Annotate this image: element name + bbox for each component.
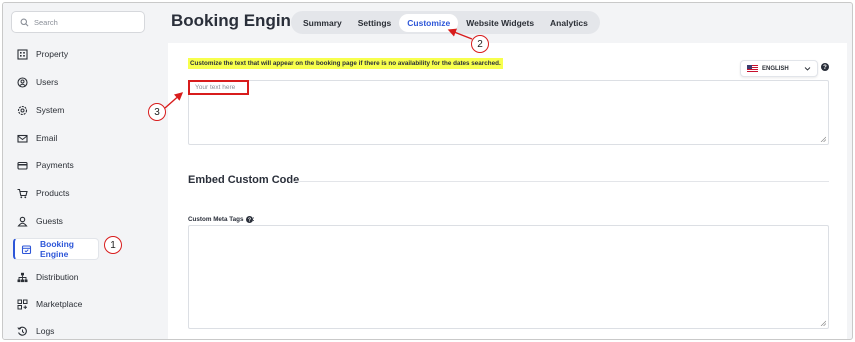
- sidebar-item-label: Booking Engine: [40, 239, 74, 259]
- sidebar-item-label: Marketplace: [36, 299, 83, 309]
- meta-tags-label: Custom Meta Tags ? :: [188, 216, 255, 223]
- history-icon: [17, 326, 28, 337]
- sidebar-item-label: System: [36, 105, 65, 115]
- tab-summary[interactable]: Summary: [295, 14, 350, 32]
- sidebar-item-marketplace[interactable]: Marketplace: [11, 293, 145, 315]
- no-availability-text-field[interactable]: [188, 80, 829, 145]
- sidebar-item-email[interactable]: Email: [11, 127, 145, 149]
- credit-card-icon: [17, 160, 28, 171]
- callout-1: 1: [104, 236, 122, 254]
- language-value: ENGLISH: [762, 65, 789, 72]
- tab-analytics[interactable]: Analytics: [542, 14, 596, 32]
- sidebar-item-users[interactable]: Users: [11, 71, 145, 93]
- sidebar-item-products[interactable]: Products: [11, 182, 145, 204]
- main-content: Booking Engine Summary Settings Customiz…: [165, 3, 852, 339]
- sidebar-item-payments[interactable]: Payments: [11, 154, 145, 176]
- meta-tags-colon: :: [252, 216, 255, 223]
- section-divider: [294, 181, 829, 182]
- search-placeholder: Search: [34, 17, 58, 27]
- meta-tags-label-text: Custom Meta Tags: [188, 216, 244, 223]
- user-circle-icon: [17, 76, 28, 88]
- tab-customize[interactable]: Customize: [399, 13, 459, 32]
- page-title: Booking Engine: [171, 11, 301, 30]
- embed-section-title: Embed Custom Code: [188, 174, 300, 186]
- app-window: Search Property Users System Email Payme…: [2, 2, 853, 340]
- sidebar-item-label: Property: [36, 49, 69, 59]
- us-flag-icon: [747, 65, 758, 72]
- sidebar-item-system[interactable]: System: [11, 99, 145, 121]
- sidebar-item-label: Email: [36, 133, 58, 143]
- calendar-icon: [21, 244, 32, 255]
- no-availability-notice: Customize the text that will appear on t…: [188, 58, 503, 69]
- help-icon[interactable]: ?: [245, 216, 253, 223]
- gear-icon: [17, 105, 28, 116]
- sidebar-item-label: Products: [36, 188, 70, 198]
- search-input[interactable]: Search: [11, 11, 145, 33]
- sidebar-item-label: Payments: [36, 160, 74, 170]
- sidebar-item-label: Guests: [36, 216, 63, 226]
- sidebar-item-distribution[interactable]: Distribution: [11, 266, 145, 288]
- sitemap-icon: [17, 272, 28, 283]
- callout-3: 3: [148, 103, 166, 121]
- envelope-icon: [17, 133, 28, 144]
- svg-text:?: ?: [823, 65, 827, 71]
- cart-icon: [17, 188, 28, 199]
- resize-handle-icon[interactable]: [820, 136, 826, 142]
- sidebar-item-logs[interactable]: Logs: [11, 320, 145, 339]
- tab-website-widgets[interactable]: Website Widgets: [458, 14, 542, 32]
- building-icon: [17, 48, 28, 60]
- resize-handle-icon[interactable]: [820, 320, 826, 326]
- help-icon[interactable]: ?: [821, 63, 829, 71]
- callout-2: 2: [471, 35, 489, 53]
- sidebar-item-property[interactable]: Property: [11, 43, 145, 65]
- person-icon: [17, 216, 28, 227]
- customize-panel: Customize the text that will appear on t…: [168, 43, 847, 339]
- tab-bar: Summary Settings Customize Website Widge…: [291, 11, 600, 34]
- sidebar-item-guests[interactable]: Guests: [11, 210, 145, 232]
- sidebar-item-label: Distribution: [36, 272, 79, 282]
- svg-text:?: ?: [247, 217, 250, 223]
- chevron-down-icon: [804, 65, 811, 72]
- search-icon: [20, 18, 29, 27]
- text-placeholder: Your text here: [188, 80, 249, 95]
- grid-icon: [17, 299, 28, 310]
- sidebar: Search Property Users System Email Payme…: [3, 3, 161, 339]
- sidebar-item-label: Users: [36, 77, 59, 87]
- custom-meta-tags-field[interactable]: [188, 225, 829, 329]
- sidebar-item-label: Logs: [36, 326, 55, 336]
- tab-settings[interactable]: Settings: [350, 14, 400, 32]
- sidebar-item-booking-engine[interactable]: Booking Engine: [13, 238, 99, 260]
- language-select[interactable]: ENGLISH: [740, 60, 818, 77]
